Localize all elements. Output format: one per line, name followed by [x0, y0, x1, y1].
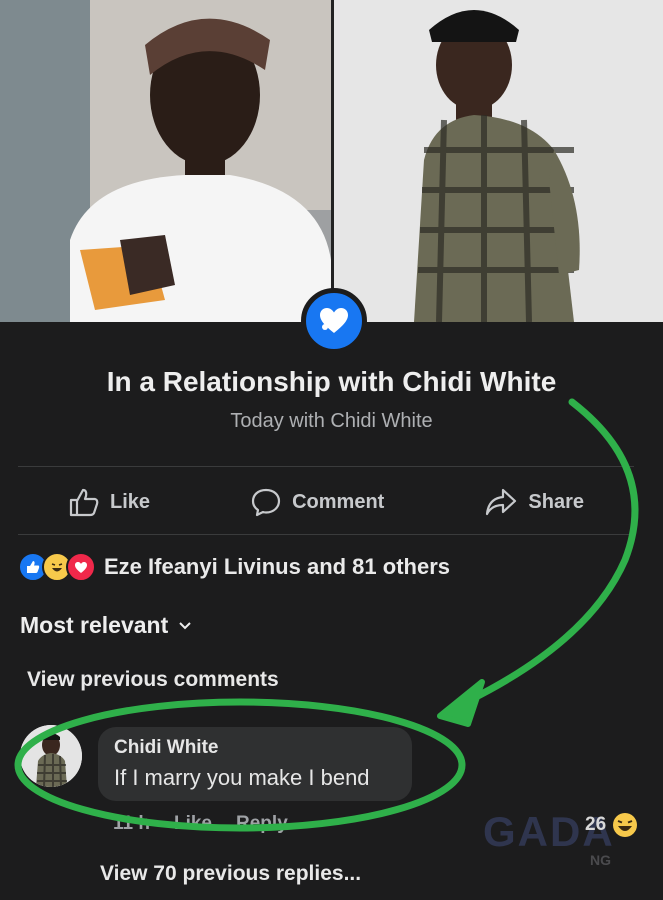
annotation-ellipse: [14, 698, 466, 832]
annotation-arrowhead: [437, 679, 485, 727]
annotation-overlay: [14, 398, 639, 832]
annotation-arrow-curve: [466, 398, 639, 704]
